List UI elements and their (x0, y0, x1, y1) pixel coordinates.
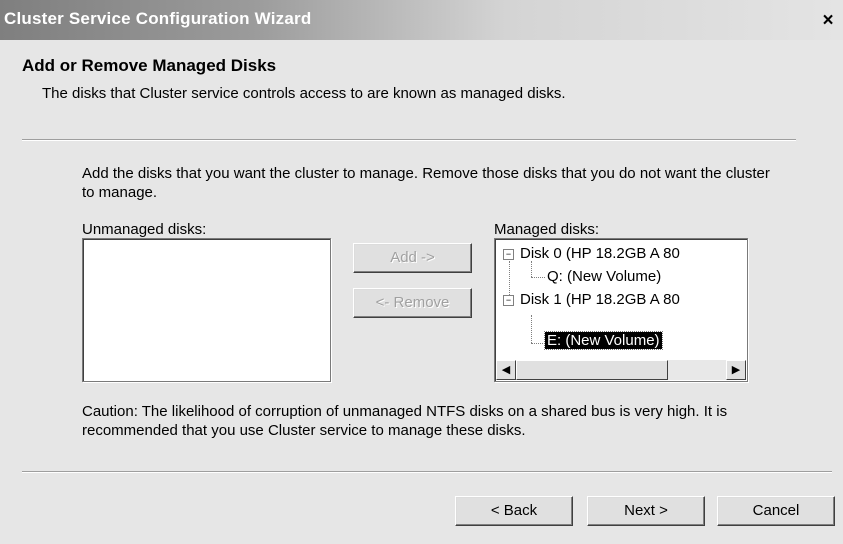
page-subtitle: The disks that Cluster service controls … (42, 85, 566, 102)
unmanaged-disks-label: Unmanaged disks: (82, 221, 207, 238)
caution-text: Caution: The likelihood of corruption of… (82, 403, 728, 439)
window-title: Cluster Service Configuration Wizard (4, 9, 312, 28)
tree-node-disk-0[interactable]: − Disk 0 (HP 18.2GB A 80 (503, 245, 680, 262)
tree-node-volume-e[interactable]: E: (New Volume) (544, 331, 663, 350)
remove-button[interactable]: <- Remove (353, 288, 472, 318)
horizontal-scrollbar[interactable]: ◀ ▶ (496, 360, 746, 380)
managed-disks-label: Managed disks: (494, 221, 600, 238)
instructions-text: Add the disks that you want the cluster … (82, 165, 770, 201)
scroll-left-icon[interactable]: ◀ (496, 360, 516, 380)
collapse-icon[interactable]: − (503, 294, 514, 306)
scroll-thumb[interactable] (516, 360, 668, 380)
tree-node-disk-1[interactable]: − Disk 1 (HP 18.2GB A 80 (503, 291, 680, 308)
close-icon[interactable]: × (819, 11, 837, 30)
next-button[interactable]: Next > (587, 496, 705, 526)
tree-node-volume-q[interactable]: Q: (New Volume) (547, 268, 661, 285)
title-bar: Cluster Service Configuration Wizard × (0, 0, 843, 40)
scroll-right-icon[interactable]: ▶ (726, 360, 746, 380)
managed-disks-tree[interactable]: − Disk 0 (HP 18.2GB A 80 Q: (New Volume) … (494, 238, 748, 382)
collapse-icon[interactable]: − (503, 248, 514, 260)
unmanaged-disks-list[interactable] (82, 238, 331, 382)
cancel-button[interactable]: Cancel (717, 496, 835, 526)
back-button[interactable]: < Back (455, 496, 573, 526)
page-title: Add or Remove Managed Disks (22, 56, 277, 75)
add-button[interactable]: Add -> (353, 243, 472, 273)
